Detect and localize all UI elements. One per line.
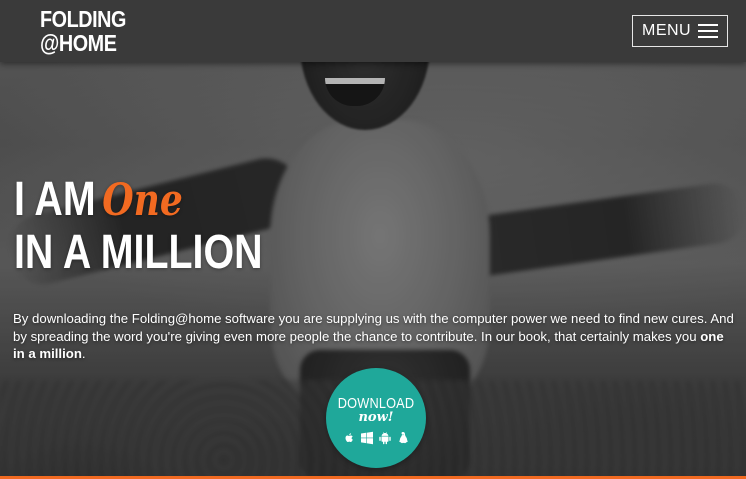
- hamburger-icon: [698, 24, 719, 38]
- download-button[interactable]: DOWNLOAD now!: [326, 368, 426, 468]
- logo-line-1: FOLDING: [40, 6, 126, 32]
- platform-icons: [326, 431, 426, 445]
- windows-icon: [360, 431, 374, 445]
- menu-label: MENU: [642, 22, 692, 39]
- description-text: By downloading the Folding@home software…: [13, 311, 734, 344]
- description-end: .: [81, 346, 86, 361]
- logo-line-2: @HOME: [40, 30, 117, 56]
- hero-headline: I AM One IN A MILLION: [14, 174, 317, 279]
- android-icon: [378, 431, 392, 445]
- apple-icon: [342, 431, 356, 445]
- headline-line-1: I AM One: [14, 174, 263, 227]
- download-sublabel: now!: [358, 410, 394, 425]
- menu-button[interactable]: MENU: [632, 15, 728, 47]
- download-label: DOWNLOAD: [337, 395, 415, 412]
- headline-line-2: IN A MILLION: [14, 226, 263, 279]
- site-logo[interactable]: FOLDING @HOME: [40, 7, 126, 55]
- site-header: FOLDING @HOME MENU: [0, 0, 746, 62]
- headline-prefix: I AM: [14, 173, 96, 226]
- linux-icon: [396, 431, 410, 445]
- headline-accent-word: One: [102, 175, 183, 226]
- hero-description: By downloading the Folding@home software…: [13, 310, 737, 363]
